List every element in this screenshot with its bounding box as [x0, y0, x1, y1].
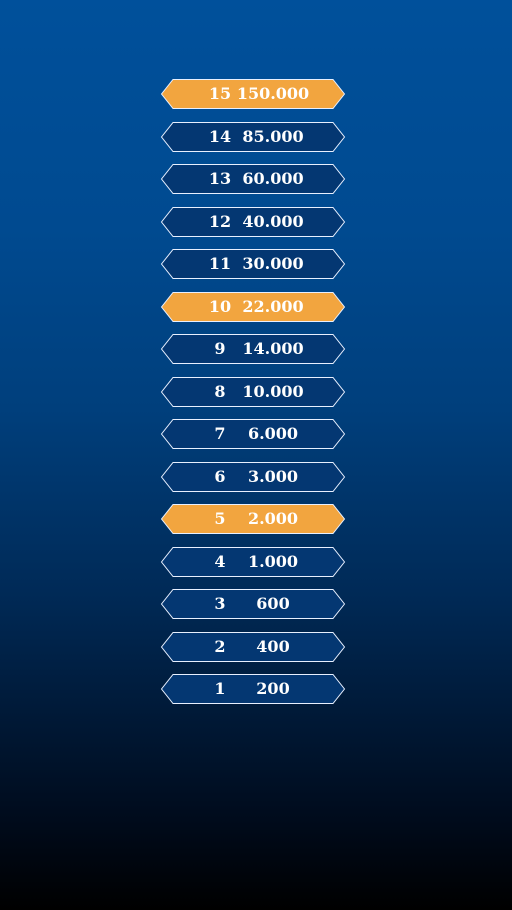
rung-amount: 10.000 — [242, 381, 304, 401]
rung-amount: 60.000 — [242, 169, 304, 188]
rung-level: 9 — [214, 339, 226, 358]
rung-amount: 40.000 — [242, 211, 304, 231]
rung-level: 3 — [214, 594, 226, 613]
rung-level: 4 — [214, 551, 226, 571]
rung-amount: 2.000 — [247, 509, 299, 528]
rung-amount: 30.000 — [242, 254, 304, 273]
prize-rung-1[interactable]: 1 200 — [160, 674, 346, 704]
prize-rung-2[interactable]: 2 400 — [160, 631, 346, 662]
rung-level: 8 — [214, 381, 226, 401]
rung-amount: 6.000 — [247, 424, 299, 443]
prize-ladder: 15 150.000 14 85.000 13 60.000 12 40.000… — [160, 79, 346, 717]
prize-rung-8[interactable]: 8 10.000 — [160, 376, 346, 407]
rung-level: 1 — [214, 679, 226, 698]
rung-level: 11 — [208, 254, 232, 273]
prize-rung-3[interactable]: 3 600 — [160, 589, 346, 619]
rung-level: 12 — [208, 211, 232, 231]
prize-rung-4[interactable]: 4 1.000 — [160, 546, 346, 577]
rung-amount: 200 — [256, 679, 290, 698]
prize-rung-11[interactable]: 11 30.000 — [160, 249, 346, 279]
rung-amount: 85.000 — [242, 126, 304, 146]
prize-rung-9[interactable]: 9 14.000 — [160, 334, 346, 364]
rung-amount: 14.000 — [242, 339, 304, 358]
rung-amount: 600 — [256, 594, 290, 613]
rung-level: 7 — [214, 424, 226, 443]
rung-level: 2 — [214, 636, 226, 656]
prize-rung-12[interactable]: 12 40.000 — [160, 206, 346, 237]
rung-level: 14 — [208, 126, 232, 146]
prize-rung-14[interactable]: 14 85.000 — [160, 121, 346, 152]
prize-rung-6[interactable]: 6 3.000 — [160, 461, 346, 492]
rung-amount: 1.000 — [247, 551, 299, 571]
prize-rung-15[interactable]: 15 150.000 — [160, 79, 346, 109]
prize-rung-13[interactable]: 13 60.000 — [160, 164, 346, 194]
rung-level: 6 — [214, 466, 226, 486]
rung-amount: 3.000 — [247, 466, 299, 486]
rung-amount: 400 — [256, 636, 290, 656]
prize-rung-10[interactable]: 10 22.000 — [160, 291, 346, 322]
rung-amount: 150.000 — [236, 84, 310, 103]
rung-level: 10 — [208, 296, 232, 316]
rung-level: 15 — [208, 84, 232, 103]
prize-rung-5[interactable]: 5 2.000 — [160, 504, 346, 534]
prize-rung-7[interactable]: 7 6.000 — [160, 419, 346, 449]
rung-level: 5 — [214, 509, 226, 528]
rung-level: 13 — [208, 169, 232, 188]
rung-amount: 22.000 — [242, 296, 304, 316]
